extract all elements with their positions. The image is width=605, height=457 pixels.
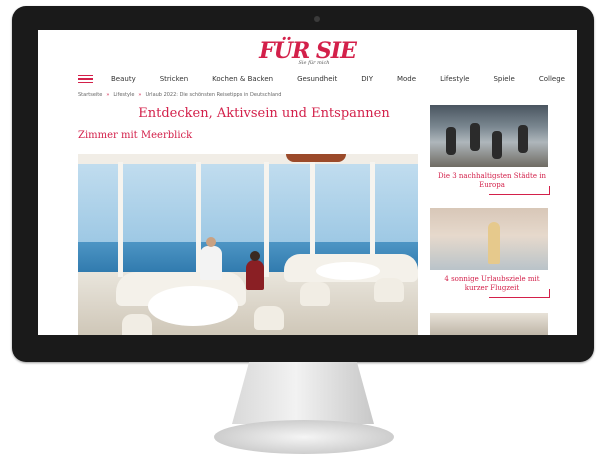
hero-image-restaurant-sea-view (78, 154, 418, 335)
nav-item-stricken[interactable]: Stricken (160, 75, 188, 83)
teaser-image-third (430, 313, 548, 335)
nav-item-spiele[interactable]: Spiele (493, 75, 514, 83)
monitor-stand-neck (232, 362, 374, 424)
nav-item-beauty[interactable]: Beauty (111, 75, 136, 83)
breadcrumb-lifestyle[interactable]: Lifestyle (113, 92, 134, 98)
teaser-image-beach-woman (430, 208, 548, 270)
browser-screen: FÜR SIE Sie für mich Beauty Stricken Koc… (38, 30, 577, 335)
camera-icon (314, 16, 320, 22)
nav-item-lifestyle[interactable]: Lifestyle (440, 75, 469, 83)
teaser-image-cyclists (430, 105, 548, 167)
nav-item-college[interactable]: College (539, 75, 565, 83)
nav-item-mode[interactable]: Mode (397, 75, 416, 83)
breadcrumb: Startseite» Lifestyle» Urlaub 2022: Die sc… (78, 92, 281, 98)
nav-item-diy[interactable]: DIY (361, 75, 373, 83)
site-logo[interactable]: FÜR SIE (38, 40, 577, 62)
teaser-title[interactable]: Die 3 nachhaltigsten Städte in Europa (434, 169, 550, 195)
teaser-title[interactable]: 4 sonnige Urlaubsziele mit kurzer Flugze… (434, 272, 550, 298)
nav-item-kochen-backen[interactable]: Kochen & Backen (212, 75, 273, 83)
teaser-sunny-destinations[interactable]: 4 sonnige Urlaubsziele mit kurzer Flugze… (430, 208, 550, 298)
breadcrumb-current: Urlaub 2022: Die schönsten Reisetipps in… (145, 92, 282, 98)
monitor-stand-base (214, 420, 394, 454)
nav-item-gesundheit[interactable]: Gesundheit (297, 75, 337, 83)
teaser-sustainable-cities[interactable]: Die 3 nachhaltigsten Städte in Europa (430, 105, 550, 195)
main-navigation: Beauty Stricken Kochen & Backen Gesundhe… (78, 72, 577, 86)
article-headline: Entdecken, Aktivsein und Entspannen (138, 106, 390, 121)
article-subheadline: Zimmer mit Meerblick (78, 130, 193, 141)
site-tagline: Sie für mich (298, 60, 330, 66)
breadcrumb-separator: » (138, 92, 142, 98)
hamburger-menu-icon[interactable] (78, 74, 93, 84)
teaser-third[interactable] (430, 313, 548, 335)
breadcrumb-separator: » (106, 92, 110, 98)
breadcrumb-home[interactable]: Startseite (78, 92, 102, 98)
apple-logo-icon (310, 349, 322, 361)
